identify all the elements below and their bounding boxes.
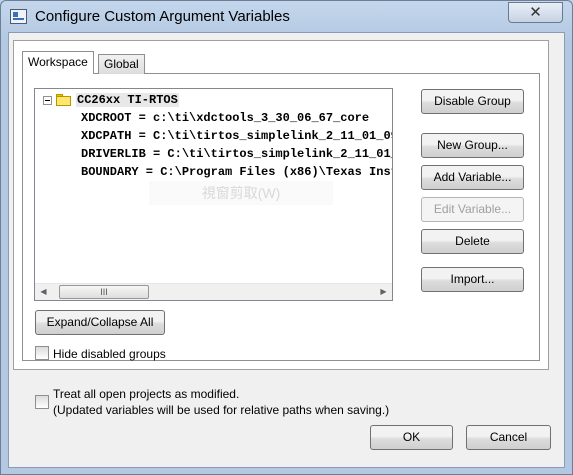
app-icon	[10, 9, 27, 24]
treat-modified-note: (Updated variables will be used for rela…	[53, 403, 390, 417]
tab-global[interactable]: Global	[98, 54, 145, 74]
collapse-toggle-icon[interactable]	[43, 96, 52, 105]
window-title: Configure Custom Argument Variables	[35, 8, 290, 25]
treat-modified-label: Treat all open projects as modified.	[53, 387, 240, 401]
edit-variable-button[interactable]: Edit Variable...	[421, 197, 524, 222]
scroll-left-icon[interactable]: ◀	[35, 284, 52, 300]
import-button[interactable]: Import...	[421, 267, 524, 292]
new-group-button[interactable]: New Group...	[421, 133, 524, 158]
disable-group-button[interactable]: Disable Group	[421, 89, 524, 114]
tree-variable-xdcroot[interactable]: XDCROOT = c:\ti\xdctools_3_30_06_67_core	[81, 111, 369, 125]
watermark-text: 視窗剪取(W)	[149, 181, 333, 205]
cancel-button[interactable]: Cancel	[466, 425, 551, 450]
tree-variable-xdcpath[interactable]: XDCPATH = C:\ti\tirtos_simplelink_2_11_0…	[81, 129, 392, 143]
scroll-right-icon[interactable]: ▶	[375, 284, 392, 300]
delete-button[interactable]: Delete	[421, 229, 524, 254]
add-variable-button[interactable]: Add Variable...	[421, 165, 524, 190]
close-icon: ✕	[529, 3, 542, 21]
treat-modified-checkbox[interactable]	[35, 395, 49, 409]
variables-tree[interactable]: CC26xx TI-RTOS XDCROOT = c:\ti\xdctools_…	[34, 88, 393, 301]
tree-group-cc26xx[interactable]: CC26xx TI-RTOS	[76, 93, 179, 107]
title-bar[interactable]: Configure Custom Argument Variables ✕	[1, 1, 572, 32]
hide-disabled-groups-label: Hide disabled groups	[53, 347, 166, 361]
tree-content: CC26xx TI-RTOS XDCROOT = c:\ti\xdctools_…	[35, 89, 392, 283]
horizontal-scrollbar[interactable]: ◀ III ▶	[35, 283, 392, 300]
tab-workspace[interactable]: Workspace	[22, 51, 94, 74]
close-button[interactable]: ✕	[508, 2, 563, 23]
hide-disabled-groups-checkbox[interactable]	[35, 346, 49, 360]
expand-collapse-all-button[interactable]: Expand/Collapse All	[35, 310, 165, 335]
tree-variable-driverlib[interactable]: DRIVERLIB = C:\ti\tirtos_simplelink_2_11…	[81, 147, 392, 161]
folder-icon	[56, 94, 72, 106]
tree-variable-boundary[interactable]: BOUNDARY = C:\Program Files (x86)\Texas …	[81, 165, 392, 179]
ok-button[interactable]: OK	[370, 425, 453, 450]
scroll-thumb[interactable]: III	[59, 285, 149, 299]
